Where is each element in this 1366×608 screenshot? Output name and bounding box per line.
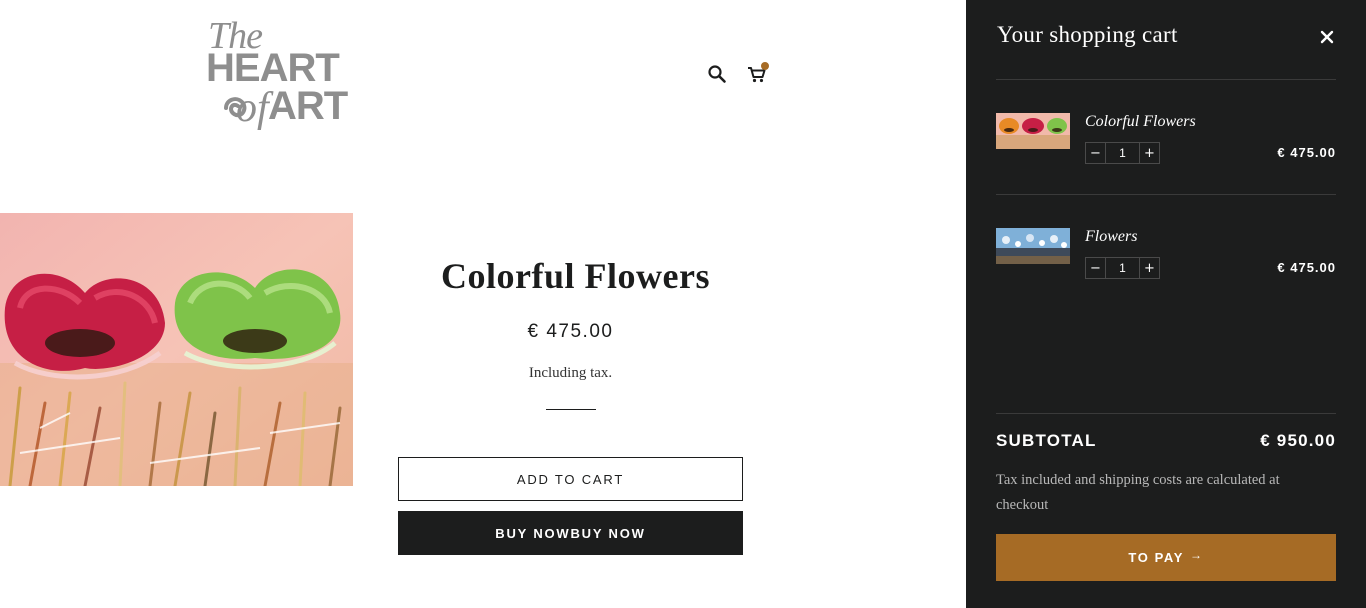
quantity-stepper: − 1 + [1085,257,1160,279]
quantity-stepper: − 1 + [1085,142,1160,164]
cart-item-name[interactable]: Colorful Flowers [1085,113,1196,131]
header-icons [706,62,769,86]
cart-item-image[interactable] [996,228,1070,264]
close-icon[interactable] [1318,28,1336,46]
site-logo[interactable]: The HEART of ART [206,14,358,136]
quantity-input[interactable]: 1 [1105,143,1140,163]
buy-now-button[interactable]: BUY NOWBUY NOW [398,511,743,555]
product-tax-note: Including tax. [528,365,613,381]
product-page: The HEART of ART Colorful Flowers € 475.… [0,0,966,608]
checkout-button-label: TO PAY [1128,550,1184,565]
cart-drawer: Your shopping cart Colorful Flowers − 1 [966,0,1366,608]
cart-item-image[interactable] [996,113,1070,149]
increment-button[interactable]: + [1140,258,1159,278]
product-image[interactable] [0,213,353,486]
divider [545,409,596,410]
decrement-button[interactable]: − [1086,143,1105,163]
tax-shipping-note: Tax included and shipping costs are calc… [996,472,1280,513]
product-price: € 475.00 [527,321,614,342]
divider [996,194,1336,195]
search-icon[interactable] [706,63,728,85]
add-to-cart-button[interactable]: ADD TO CART [398,457,743,501]
cart-icon[interactable] [746,62,769,85]
logo-text-art: ART [268,84,348,128]
cart-item-price: € 475.00 [1277,260,1336,275]
quantity-input[interactable]: 1 [1105,258,1140,278]
cart-count-dot [761,62,769,70]
product-info: Colorful Flowers € 475.00 Including tax. [398,255,743,410]
divider [996,79,1336,80]
cart-item-name[interactable]: Flowers [1085,228,1137,246]
cart-item: Colorful Flowers − 1 + € 475.00 [996,113,1336,183]
logo-text-of: of [236,85,269,131]
cart-drawer-title: Your shopping cart [997,22,1178,47]
logo-text-heart: HEART [206,46,340,90]
subtotal-value: € 950.00 [1260,431,1336,450]
product-title: Colorful Flowers [441,256,710,296]
subtotal-label: SUBTOTAL [996,431,1097,450]
divider [996,413,1336,414]
cart-item: Flowers − 1 + € 475.00 [996,228,1336,298]
decrement-button[interactable]: − [1086,258,1105,278]
increment-button[interactable]: + [1140,143,1159,163]
arrow-right-icon: → [1190,547,1204,562]
cart-item-price: € 475.00 [1277,145,1336,160]
checkout-button[interactable]: TO PAY → [996,534,1336,581]
